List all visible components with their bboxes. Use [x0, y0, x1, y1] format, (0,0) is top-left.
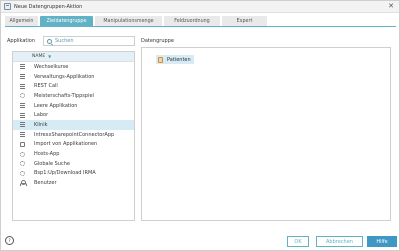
tree-item-label: Patienten: [167, 56, 191, 63]
list-item-label: Globale Suche: [34, 160, 70, 167]
user-icon: [19, 180, 27, 187]
title-bar: Neue Datengruppen-Aktion ✕: [1, 1, 399, 13]
tree-item-patienten[interactable]: Patienten: [156, 55, 194, 64]
list-item[interactable]: Globale Suche: [13, 159, 134, 169]
help-icon[interactable]: ?: [5, 236, 14, 245]
list-item-label: Verwaltungs-Applikation: [34, 73, 95, 80]
window-title: Neue Datengruppen-Aktion: [14, 3, 83, 10]
ok-button[interactable]: OK: [287, 236, 309, 247]
list-icon: [19, 103, 25, 109]
list-icon: [19, 122, 25, 128]
search-icon: [47, 38, 52, 44]
list-item-label: Wechselkurse: [34, 63, 69, 70]
applikation-label: Applikation: [7, 38, 35, 44]
list-item-label: IntrexxSharepointConnectorApp: [34, 131, 115, 138]
list-icon: [19, 74, 25, 80]
list-item-label: Bsp1:Up/Download IRMA: [34, 170, 96, 177]
list-item[interactable]: Leere Applikation: [13, 101, 134, 111]
list-item[interactable]: Import von Applikationen: [13, 140, 134, 150]
help-button[interactable]: Hilfe: [367, 236, 397, 247]
list-icon: [19, 112, 25, 118]
list-icon: [19, 64, 25, 70]
list-item[interactable]: IntrexxSharepointConnectorApp: [13, 130, 134, 140]
dialog-window: Neue Datengruppen-Aktion ✕ Allgemein Zie…: [0, 0, 400, 251]
application-list[interactable]: NAME ▼ Wechselkurse Verwaltungs-Applikat…: [12, 51, 135, 221]
search-placeholder: Suchen: [55, 38, 74, 44]
sort-down-icon[interactable]: ▼: [48, 54, 51, 59]
list-item-label: Meisterschafts-Tippspiel: [34, 92, 94, 99]
close-icon[interactable]: ✕: [388, 2, 394, 11]
list-item-selected[interactable]: Klinik: [13, 120, 134, 130]
datengruppe-label: Datengruppe: [141, 38, 174, 44]
tab-manipulationsmenge[interactable]: Manipulationsmenge: [95, 16, 162, 26]
list-item[interactable]: Meisterschafts-Tippspiel: [13, 91, 134, 101]
list-item-label: Leere Applikation: [34, 102, 78, 109]
list-item-label: REST Call: [34, 83, 58, 90]
list-item[interactable]: Labor: [13, 110, 134, 120]
list-item[interactable]: Benutzer: [13, 178, 134, 188]
tab-feldzuordnung[interactable]: Feldzuordnung: [164, 16, 220, 26]
tab-zieldatengruppe[interactable]: Zieldatengruppe: [40, 16, 93, 26]
list-item[interactable]: Bsp1:Up/Download IRMA: [13, 169, 134, 179]
list-item[interactable]: Verwaltungs-Applikation: [13, 72, 134, 82]
app-icon: [4, 3, 11, 10]
tab-expert[interactable]: Expert: [222, 16, 267, 26]
gear-icon: [19, 170, 25, 176]
search-input[interactable]: Suchen: [43, 36, 135, 46]
list-item-label: Benutzer: [34, 180, 57, 187]
box-icon: [19, 141, 25, 147]
gear-icon: [19, 93, 25, 99]
list-item-label: Import von Applikationen: [34, 141, 98, 148]
list-item[interactable]: Wechselkurse: [13, 62, 134, 72]
list-item-label: Hosts-App: [34, 151, 60, 158]
column-header-name[interactable]: NAME: [32, 54, 45, 59]
list-item[interactable]: REST Call: [13, 81, 134, 91]
list-icon: [19, 132, 25, 138]
datengruppe-tree[interactable]: Patienten: [141, 47, 391, 221]
cancel-button[interactable]: Abbrechen: [316, 236, 363, 247]
list-item[interactable]: Hosts-App: [13, 149, 134, 159]
list-item-label: Klinik: [34, 121, 48, 128]
list-header[interactable]: NAME ▼: [13, 52, 134, 62]
list-icon: [19, 83, 25, 89]
gear-icon: [19, 151, 25, 157]
database-icon: [158, 56, 163, 63]
gear-icon: [19, 161, 25, 167]
list-item-label: Labor: [34, 112, 49, 119]
tab-allgemein[interactable]: Allgemein: [5, 16, 38, 26]
tab-bar: Allgemein Zieldatengruppe Manipulationsm…: [5, 16, 267, 26]
